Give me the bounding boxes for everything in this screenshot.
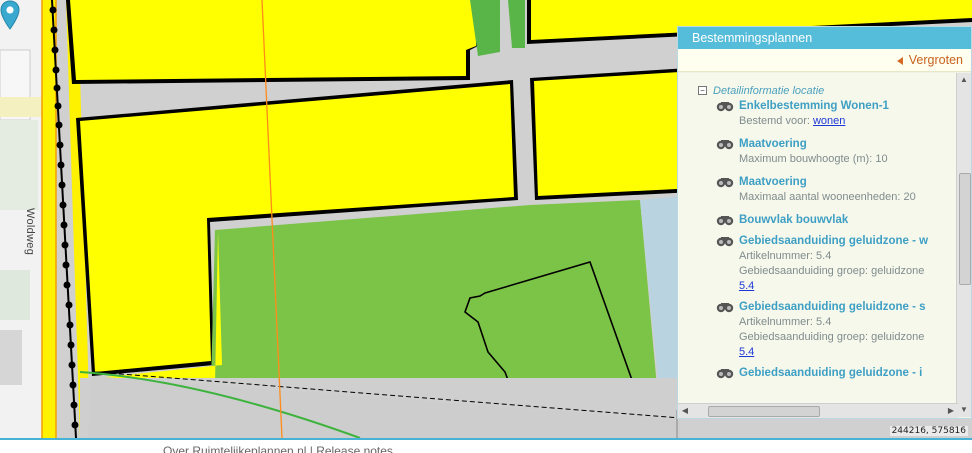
scroll-right-icon[interactable]: ▶ [944,404,958,418]
list-item: Maatvoering Maximum bouwhoogte (m): 10 [678,137,958,167]
list-item: Gebiedsaanduiding geluidzone - w Artikel… [678,234,958,294]
item-title[interactable]: Maatvoering [739,175,958,190]
list-item: Enkelbestemming Wonen-1 Bestemd voor: wo… [678,99,958,129]
location-pin-icon[interactable] [0,0,20,30]
binoculars-icon[interactable] [715,138,735,150]
artikel-link[interactable]: 5.4 [739,280,754,292]
detail-content[interactable]: − Detailinformatie locatie Enkelbestemmin… [678,73,958,403]
list-item: Maatvoering Maximaal aantal wooneenheden… [678,175,958,205]
collapse-toggle-icon[interactable]: − [698,86,707,95]
binoculars-icon[interactable] [715,176,735,188]
scroll-thumb[interactable] [708,406,820,417]
panel-title: Bestemmingsplannen [678,27,971,49]
scroll-left-icon[interactable]: ◀ [678,404,692,418]
scroll-thumb[interactable] [959,173,971,285]
expand-link[interactable]: Vergroten [909,53,963,67]
horizontal-scrollbar[interactable]: ◀ ▶ [678,403,958,418]
list-item: Gebiedsaanduiding geluidzone - s Artikel… [678,300,958,360]
footer-separator: | [309,444,313,453]
item-title[interactable]: Gebiedsaanduiding geluidzone - w [739,234,958,249]
section-title[interactable]: − Detailinformatie locatie [678,73,958,99]
expand-arrow-icon[interactable] [896,56,903,65]
item-title[interactable]: Gebiedsaanduiding geluidzone - i [739,366,958,381]
item-title[interactable]: Maatvoering [739,137,958,152]
road-label: Woldweg [24,208,36,256]
item-title[interactable]: Gebiedsaanduiding geluidzone - s [739,300,958,315]
artikel-link[interactable]: 5.4 [739,346,754,358]
release-notes-link[interactable]: Release notes [316,444,393,453]
bestemmingsplannen-panel: Bestemmingsplannen Vergroten − Detailinfo… [677,26,972,419]
scroll-up-icon[interactable]: ▲ [957,73,971,87]
binoculars-icon[interactable] [715,214,735,226]
item-title[interactable]: Enkelbestemming Wonen-1 [739,99,958,114]
binoculars-icon[interactable] [715,100,735,112]
binoculars-icon[interactable] [715,235,735,247]
list-item: Bouwvlak bouwvlak [678,213,958,228]
about-link[interactable]: Over Ruimtelijkeplannen.nl [163,444,306,453]
binoculars-icon[interactable] [715,367,735,379]
item-title[interactable]: Bouwvlak bouwvlak [739,213,958,228]
binoculars-icon[interactable] [715,301,735,313]
wonen-link[interactable]: wonen [813,115,845,127]
list-item: Gebiedsaanduiding geluidzone - i [678,366,958,381]
scroll-down-icon[interactable]: ▼ [957,403,971,417]
expand-bar: Vergroten [678,49,971,72]
vertical-scrollbar[interactable]: ▲ ▼ [956,73,971,417]
coordinate-readout: 244216, 575816 [889,426,968,436]
